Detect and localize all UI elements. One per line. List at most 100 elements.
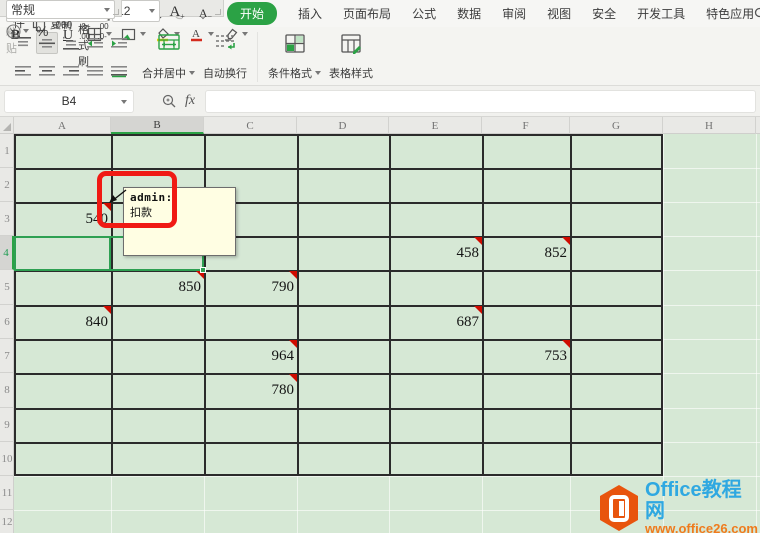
- watermark: Office教程网 www.office26.com: [598, 480, 760, 533]
- tab-formulas[interactable]: 公式: [412, 5, 436, 22]
- number-format-select[interactable]: 常规: [6, 0, 115, 19]
- tab-data[interactable]: 数据: [457, 5, 481, 22]
- percent-style-button[interactable]: %: [36, 24, 48, 38]
- column-headers: A B C D E F G H: [14, 117, 760, 134]
- cell-C8[interactable]: 780: [204, 373, 297, 408]
- search-icon: [754, 7, 760, 20]
- watermark-url: www.office26.com: [645, 522, 760, 533]
- table-border: [14, 168, 663, 170]
- decrease-decimal-button[interactable]: .00 .0-: [97, 22, 108, 41]
- cell-C5[interactable]: 790: [204, 270, 297, 305]
- row-header-9[interactable]: 9: [0, 408, 14, 442]
- tab-page-layout[interactable]: 页面布局: [343, 5, 391, 22]
- row-header-10[interactable]: 10: [0, 442, 14, 476]
- annotation-highlight-rectangle: [97, 171, 177, 228]
- table-border: [14, 442, 663, 444]
- merge-center-icon: [156, 33, 182, 53]
- column-header-e[interactable]: E: [389, 117, 482, 134]
- column-header-h[interactable]: H: [663, 117, 756, 134]
- column-header-c[interactable]: C: [204, 117, 297, 134]
- number-group: 常规 ¥ % 000, .0+ .00 .00 .0-: [0, 0, 122, 17]
- fx-label[interactable]: fx: [185, 93, 195, 109]
- fill-handle[interactable]: [200, 267, 206, 273]
- table-style-icon: [339, 33, 363, 55]
- chevron-down-icon: [149, 9, 155, 13]
- table-style-button[interactable]: 表格样式: [325, 32, 377, 82]
- formula-bar: B4 fx: [0, 86, 760, 117]
- currency-icon: ¥: [6, 24, 21, 39]
- column-header-a[interactable]: A: [14, 117, 111, 134]
- row-header-6[interactable]: 6: [0, 305, 14, 339]
- align-left-icon[interactable]: [12, 60, 34, 82]
- align-center-icon[interactable]: [36, 60, 58, 82]
- merge-center-button[interactable]: 合并居中: [138, 32, 199, 82]
- column-header-b[interactable]: B: [111, 117, 204, 134]
- tab-view[interactable]: 视图: [547, 5, 571, 22]
- table-border: [14, 373, 663, 375]
- insert-function-icon[interactable]: [162, 94, 177, 109]
- table-border: [14, 305, 663, 307]
- row-header-3[interactable]: 3: [0, 202, 14, 236]
- ribbon-tabs: 开始 插入 页面布局 公式 数据 审阅 视图 安全 开发工具 特色应用: [227, 2, 754, 25]
- select-all-triangle-icon: [3, 123, 11, 131]
- wrap-text-icon: [212, 33, 238, 53]
- cell-E6[interactable]: 687: [389, 305, 482, 339]
- styles-group: 条件格式 表格样式: [258, 32, 756, 82]
- tab-special-apps[interactable]: 特色应用: [706, 5, 754, 22]
- conditional-format-icon: [283, 33, 307, 55]
- chevron-down-icon: [121, 100, 127, 104]
- align-right-icon[interactable]: [60, 60, 82, 82]
- column-header-d[interactable]: D: [297, 117, 389, 134]
- cell-C7[interactable]: 964: [204, 339, 297, 373]
- ribbon-toolbar: 粘贴 剪切 复制 格式刷 宋体: [0, 27, 760, 86]
- row-headers: 1 2 3 4 5 6 7 8 9 10 11 12: [0, 134, 14, 533]
- column-header-f[interactable]: F: [482, 117, 570, 134]
- wrap-text-button[interactable]: 自动换行: [199, 32, 251, 82]
- conditional-format-button[interactable]: 条件格式: [264, 32, 325, 82]
- chevron-down-icon: [23, 29, 29, 33]
- justify-icon[interactable]: [84, 60, 106, 82]
- row-header-5[interactable]: 5: [0, 270, 14, 305]
- name-box[interactable]: B4: [4, 90, 134, 113]
- cell-B5[interactable]: 850: [111, 270, 204, 305]
- select-all-corner[interactable]: [0, 117, 14, 134]
- wps-spreadsheet-window: 文件 开始 插入 页面布局 公式 数据 审阅 视图 安全 开发工具 特色应用 查…: [0, 0, 760, 533]
- row-header-7[interactable]: 7: [0, 339, 14, 373]
- chevron-down-icon: [315, 71, 321, 75]
- svg-text:¥: ¥: [9, 27, 16, 37]
- tab-developer[interactable]: 开发工具: [637, 5, 685, 22]
- row-header-11[interactable]: 11: [0, 476, 14, 510]
- row-header-4[interactable]: 4: [0, 236, 14, 270]
- sheet-area: A B C D E F G H 1 2 3 4 5 6 7 8 9 10 11 …: [0, 117, 760, 533]
- gridline: [663, 134, 664, 533]
- cell-E4[interactable]: 458: [389, 236, 482, 270]
- office26-logo-icon: [598, 484, 640, 532]
- column-header-g[interactable]: G: [570, 117, 663, 134]
- row-header-8[interactable]: 8: [0, 373, 14, 408]
- cell-F4[interactable]: 852: [482, 236, 570, 270]
- cells-grid[interactable]: 540 458 852 850 790 840 687 964 753 780: [14, 134, 760, 533]
- gridline: [14, 476, 760, 477]
- row-header-1[interactable]: 1: [0, 134, 14, 168]
- currency-format-button[interactable]: ¥: [6, 19, 29, 43]
- find-button[interactable]: 查找: [754, 0, 760, 31]
- comma-style-button[interactable]: 000,: [55, 21, 72, 41]
- tab-security[interactable]: 安全: [592, 5, 616, 22]
- tab-review[interactable]: 审阅: [502, 5, 526, 22]
- distribute-icon[interactable]: [108, 60, 130, 82]
- cell-F7[interactable]: 753: [482, 339, 570, 373]
- increase-decimal-button[interactable]: .0+ .00: [79, 22, 90, 41]
- cell-A6[interactable]: 840: [14, 305, 111, 339]
- tab-insert[interactable]: 插入: [298, 5, 322, 22]
- gridline: [756, 134, 757, 533]
- cell-selection-inner-border: [109, 236, 111, 271]
- row-header-12[interactable]: 12: [0, 510, 14, 533]
- row-header-2[interactable]: 2: [0, 168, 14, 202]
- shrink-font-button[interactable]: A−: [194, 1, 217, 21]
- formula-input[interactable]: [205, 90, 756, 113]
- watermark-title: Office教程网: [645, 480, 760, 522]
- grow-font-button[interactable]: A+: [164, 1, 189, 21]
- chevron-down-icon: [189, 71, 195, 75]
- chevron-down-icon: [104, 8, 110, 12]
- table-border: [14, 408, 663, 410]
